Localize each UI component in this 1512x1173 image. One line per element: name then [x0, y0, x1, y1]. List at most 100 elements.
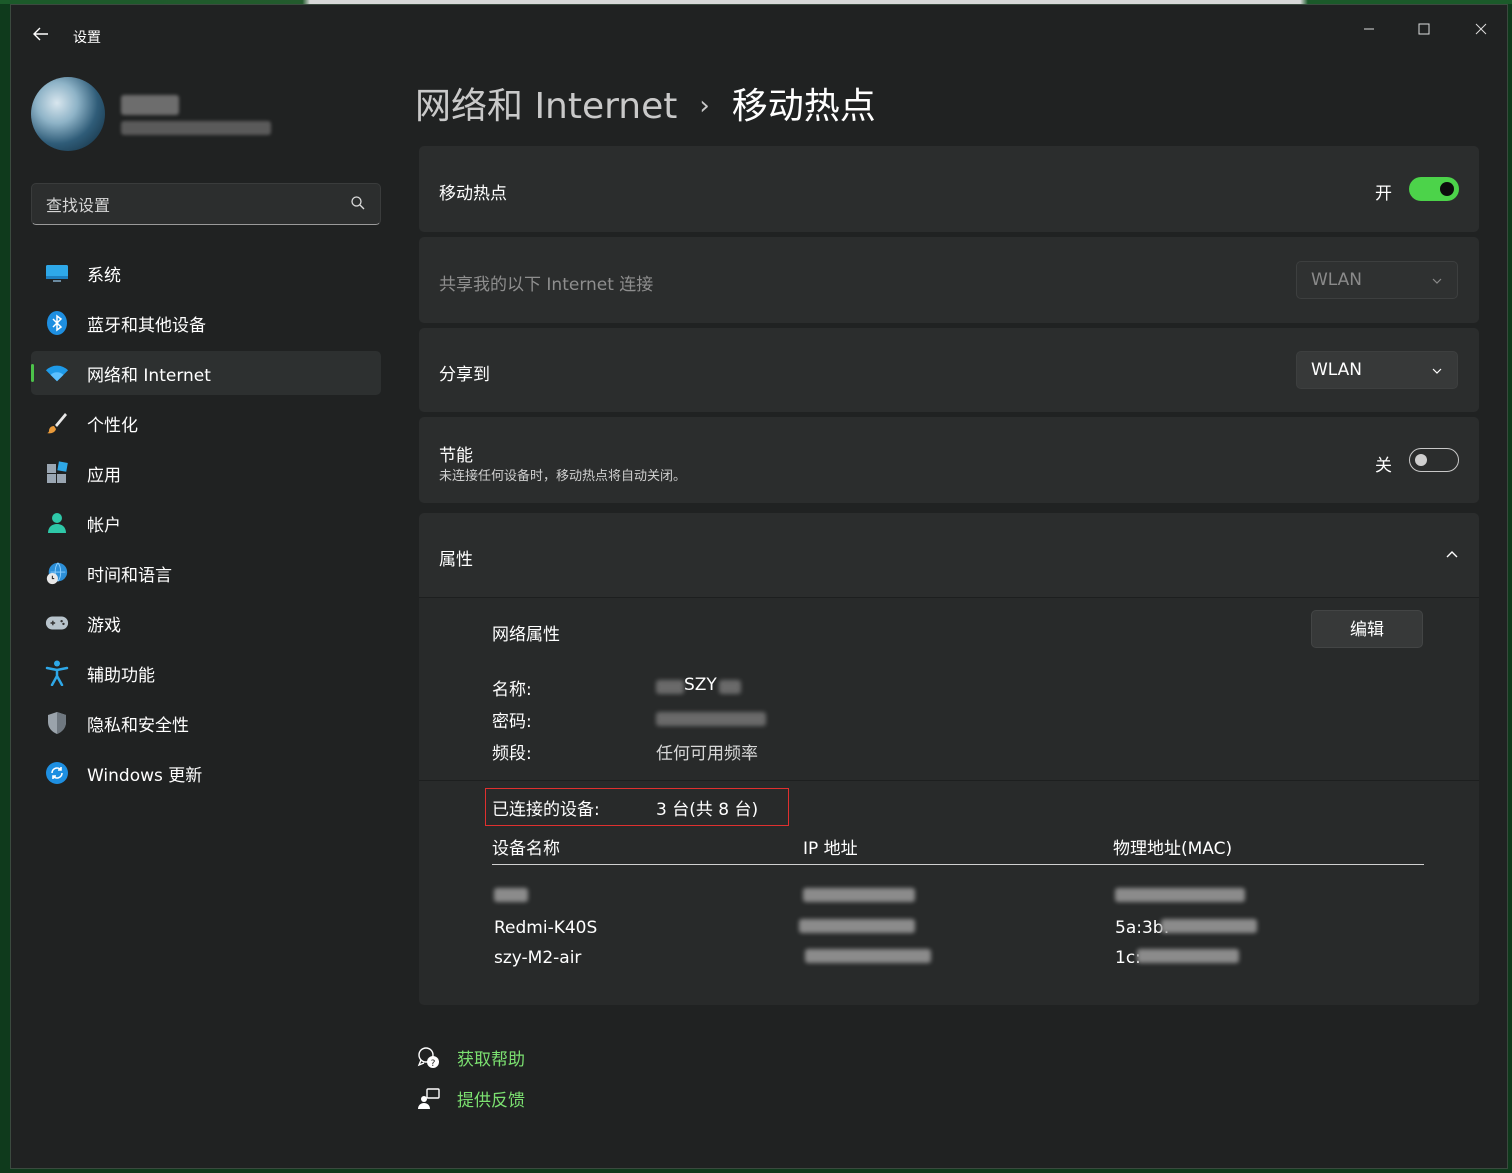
- shield-icon: [45, 711, 69, 735]
- name-value: SZY: [684, 675, 717, 695]
- name-redacted-right: [719, 680, 741, 694]
- breadcrumb: 网络和 Internet › 移动热点: [415, 77, 876, 129]
- breadcrumb-parent[interactable]: 网络和 Internet: [415, 86, 677, 127]
- hotspot-card: 移动热点 开: [419, 146, 1479, 232]
- settings-window: 设置 系统 蓝牙和其他设备: [10, 4, 1508, 1169]
- sidebar-item-personalization[interactable]: 个性化: [31, 401, 381, 445]
- power-saving-state-label: 关: [1375, 456, 1392, 476]
- properties-body: 网络属性 编辑 名称: SZY 密码: 频段: 任何可用频率 已连接的设备: 3…: [419, 597, 1479, 1005]
- sidebar-item-label: 系统: [87, 265, 121, 286]
- feedback-row[interactable]: 提供反馈: [417, 1086, 525, 1111]
- sidebar-item-label: 帐户: [87, 515, 121, 536]
- back-button[interactable]: [29, 25, 53, 49]
- user-name-redacted: [121, 95, 179, 115]
- search-box[interactable]: [31, 183, 381, 225]
- ip-redacted: [799, 919, 915, 933]
- name-label: 名称:: [492, 680, 532, 700]
- chevron-up-icon: [1446, 551, 1458, 558]
- title-bar: 设置: [11, 5, 1507, 65]
- table-header-divider: [492, 864, 1424, 865]
- account-icon: [45, 511, 69, 535]
- maximize-icon: [1418, 23, 1430, 35]
- share-from-card: 共享我的以下 Internet 连接 WLAN: [419, 237, 1479, 323]
- power-saving-card: 节能 未连接任何设备时，移动热点将自动关闭。 关: [419, 417, 1479, 503]
- page-title: 移动热点: [731, 86, 876, 127]
- ip-redacted: [805, 949, 931, 963]
- minimize-button[interactable]: [1346, 15, 1392, 45]
- chevron-down-icon: [1432, 368, 1442, 374]
- share-to-dropdown[interactable]: WLAN: [1296, 351, 1458, 389]
- sidebar-item-label: 辅助功能: [87, 665, 155, 686]
- feedback-icon: [417, 1087, 441, 1111]
- sidebar-item-accessibility[interactable]: 辅助功能: [31, 651, 381, 695]
- search-icon: [351, 196, 365, 210]
- sidebar-item-bluetooth[interactable]: 蓝牙和其他设备: [31, 301, 381, 345]
- sidebar-item-label: 时间和语言: [87, 565, 172, 586]
- toggle-knob: [1415, 454, 1427, 466]
- get-help-row[interactable]: ? 获取帮助: [417, 1045, 525, 1070]
- sidebar-item-label: 隐私和安全性: [87, 715, 189, 736]
- ip-redacted: [803, 888, 915, 902]
- toggle-knob: [1440, 182, 1454, 196]
- avatar[interactable]: [31, 77, 105, 151]
- minimize-icon: [1364, 28, 1374, 30]
- sidebar-item-privacy[interactable]: 隐私和安全性: [31, 701, 381, 745]
- share-from-label: 共享我的以下 Internet 连接: [439, 275, 654, 295]
- search-input[interactable]: [44, 193, 338, 217]
- properties-title: 属性: [439, 550, 473, 570]
- accessibility-icon: [45, 660, 69, 686]
- th-device-name: 设备名称: [492, 839, 560, 859]
- sidebar-item-gaming[interactable]: 游戏: [31, 601, 381, 645]
- apps-icon: [45, 461, 69, 485]
- back-arrow-icon: [33, 27, 48, 41]
- sidebar-item-label: 个性化: [87, 415, 138, 436]
- feedback-link[interactable]: 提供反馈: [457, 1086, 525, 1111]
- gamepad-icon: [45, 611, 69, 635]
- mac-redacted: [1161, 919, 1257, 933]
- maximize-button[interactable]: [1401, 15, 1447, 45]
- sidebar-nav: 系统 蓝牙和其他设备 网络和 Internet 个性化 应用 帐户 时间和语言 …: [31, 251, 381, 801]
- password-redacted: [656, 712, 766, 726]
- sidebar-item-label: 应用: [87, 465, 121, 486]
- section-divider: [419, 780, 1479, 781]
- close-button[interactable]: [1458, 15, 1504, 45]
- power-saving-title: 节能: [439, 446, 473, 466]
- network-props-label: 网络属性: [492, 625, 560, 645]
- close-icon: [1475, 23, 1487, 35]
- password-label: 密码:: [492, 712, 532, 732]
- power-saving-description: 未连接任何设备时，移动热点将自动关闭。: [439, 469, 687, 484]
- share-from-value: WLAN: [1311, 270, 1363, 290]
- sidebar-item-time-language[interactable]: 时间和语言: [31, 551, 381, 595]
- help-chat-icon: ?: [417, 1046, 441, 1070]
- time-language-icon: [45, 561, 69, 585]
- connected-devices-count: 3 台(共 8 台): [656, 800, 759, 820]
- sidebar-item-apps[interactable]: 应用: [31, 451, 381, 495]
- windows-update-icon: [45, 761, 69, 785]
- edit-button[interactable]: 编辑: [1311, 610, 1423, 648]
- hotspot-state-label: 开: [1375, 184, 1392, 204]
- sidebar-item-label: Windows 更新: [87, 765, 203, 786]
- share-to-label: 分享到: [439, 365, 490, 385]
- get-help-link[interactable]: 获取帮助: [457, 1045, 525, 1070]
- hotspot-title: 移动热点: [439, 184, 507, 204]
- power-saving-toggle[interactable]: [1409, 448, 1459, 472]
- band-label: 频段:: [492, 744, 532, 764]
- sidebar-item-accounts[interactable]: 帐户: [31, 501, 381, 545]
- sidebar-item-windows-update[interactable]: Windows 更新: [31, 751, 381, 795]
- app-title: 设置: [73, 30, 101, 46]
- properties-header[interactable]: 属性: [419, 513, 1479, 597]
- chevron-down-icon: [1432, 278, 1442, 284]
- sidebar-item-label: 网络和 Internet: [87, 365, 211, 386]
- name-redacted-left: [656, 680, 684, 694]
- sidebar-item-network[interactable]: 网络和 Internet: [31, 351, 381, 395]
- sidebar-item-system[interactable]: 系统: [31, 251, 381, 295]
- hotspot-toggle[interactable]: [1409, 177, 1459, 201]
- sidebar-item-label: 游戏: [87, 615, 121, 636]
- mac-redacted: [1115, 888, 1245, 902]
- th-mac-address: 物理地址(MAC): [1113, 839, 1233, 859]
- breadcrumb-separator: ›: [699, 91, 710, 121]
- share-to-value: WLAN: [1311, 360, 1363, 380]
- wifi-icon: [45, 361, 69, 385]
- share-from-dropdown[interactable]: WLAN: [1296, 261, 1458, 299]
- bluetooth-icon: [45, 311, 69, 335]
